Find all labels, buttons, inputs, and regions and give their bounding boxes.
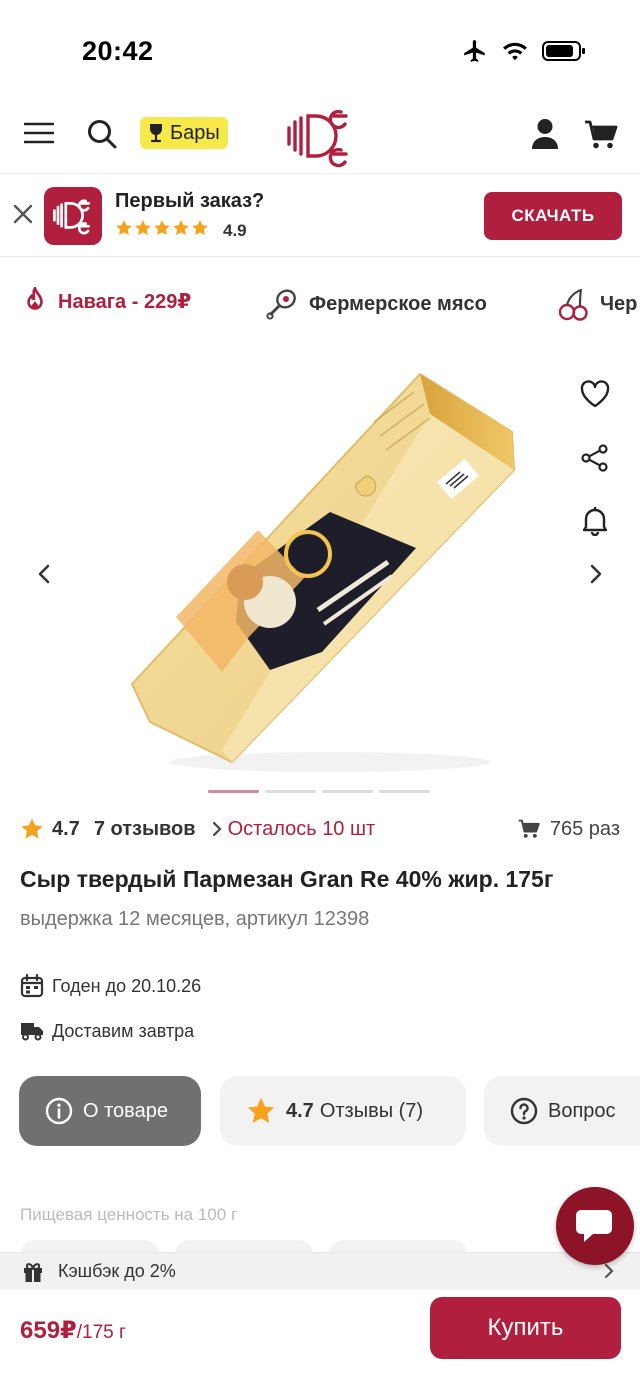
battery-icon [542, 41, 585, 61]
cart-icon [518, 819, 540, 838]
promo-stars [115, 219, 209, 237]
airplane-icon [464, 40, 485, 62]
delivery-truck-icon [21, 1023, 43, 1041]
search-icon[interactable] [86, 118, 118, 150]
star-icon [247, 1097, 275, 1123]
product-meta-row: 4.7 7 отзывов Осталось 10 шт 765 раз [20, 812, 620, 846]
gallery-pagination[interactable] [208, 790, 430, 793]
delivery-row: Доставим завтра [20, 1020, 194, 1042]
tab-reviews-label: Отзывы (7) [319, 1099, 424, 1122]
star-icon [116, 220, 132, 236]
price: 659₽/175 г [20, 1316, 126, 1345]
chevron-right-icon[interactable] [588, 564, 604, 584]
wine-glass-icon [150, 124, 162, 143]
promo-title: Первый заказ? [115, 190, 265, 212]
status-icons [462, 38, 586, 64]
app-logo [44, 187, 102, 245]
pagination-dot[interactable] [208, 790, 259, 793]
buy-bar: 659₽/175 г Купить [0, 1290, 640, 1392]
info-icon [45, 1097, 73, 1125]
share-icon[interactable] [580, 444, 610, 472]
brand-logo-icon[interactable] [284, 102, 356, 172]
category-strip[interactable]: Навага - 229₽ Фермерское мясо Чер [0, 258, 640, 352]
cart-icon[interactable] [584, 120, 618, 150]
star-icon [21, 818, 43, 839]
sold-count: 765 раз [518, 818, 620, 841]
star-icon [192, 220, 208, 236]
star-icon [135, 220, 151, 236]
chevron-right-icon [212, 821, 222, 837]
wifi-icon [503, 42, 527, 61]
gift-icon [24, 1262, 42, 1282]
category-label: Навага - 229₽ [58, 290, 192, 313]
chat-bubble-icon [576, 1210, 612, 1242]
chevron-left-icon[interactable] [36, 564, 52, 584]
tab-about-label: О товаре [83, 1099, 168, 1122]
status-time: 20:42 [82, 36, 154, 66]
pagination-dot[interactable] [379, 790, 430, 793]
sold-count-label: 765 раз [549, 817, 620, 840]
fire-icon [27, 287, 43, 310]
star-icon [154, 220, 170, 236]
close-icon[interactable] [12, 203, 34, 225]
category-item-cherry[interactable]: Чер [558, 287, 637, 321]
meat-icon [266, 289, 296, 320]
pagination-dot[interactable] [322, 790, 373, 793]
menu-icon[interactable] [24, 122, 54, 144]
chat-button[interactable] [556, 1187, 634, 1265]
brand-logo-icon [53, 199, 90, 235]
calendar-icon [20, 974, 44, 998]
delivery-label: Доставим завтра [52, 1020, 195, 1041]
pagination-dot[interactable] [265, 790, 316, 793]
question-icon [510, 1097, 538, 1125]
best-before-label: Годен до 20.10.26 [52, 975, 202, 996]
product-rating: 4.7 [52, 817, 80, 840]
app-header: Бары [0, 96, 640, 174]
chevron-right-icon [604, 1263, 614, 1279]
category-item-navaga[interactable]: Навага - 229₽ [22, 287, 191, 315]
status-bar: 20:42 [0, 0, 640, 96]
product-tabs: О товаре 4.7 Отзывы (7) Вопрос [0, 1076, 640, 1146]
category-label: Чер [600, 292, 638, 315]
best-before-row: Годен до 20.10.26 [20, 974, 201, 998]
tab-reviews-rating: 4.7 [286, 1099, 314, 1122]
product-image[interactable] [0, 352, 640, 807]
tab-reviews[interactable]: 4.7 Отзывы (7) [220, 1076, 466, 1146]
product-subtitle: выдержка 12 месяцев, артикул 12398 [20, 908, 370, 930]
favorite-heart-icon[interactable] [580, 380, 610, 408]
bars-button[interactable]: Бары [140, 117, 228, 149]
tab-questions[interactable]: Вопрос [484, 1076, 640, 1146]
app-promo-banner: Первый заказ? 4.9 СКАЧАТЬ [0, 175, 640, 257]
reviews-link[interactable]: 7 отзывов [94, 818, 196, 841]
product-gallery[interactable] [0, 352, 640, 807]
star-icon [173, 220, 189, 236]
bars-label: Бары [170, 121, 220, 144]
buy-button[interactable]: Купить [430, 1297, 621, 1359]
cherry-icon [558, 288, 588, 321]
notification-bell-icon[interactable] [580, 506, 610, 536]
tab-about[interactable]: О товаре [19, 1076, 201, 1146]
tab-questions-label: Вопрос [548, 1099, 616, 1122]
product-title: Сыр твердый Пармезан Gran Re 40% жир. 17… [20, 866, 554, 892]
cashback-label: Кэшбэк до 2% [58, 1261, 176, 1281]
price-unit: /175 г [76, 1322, 126, 1343]
nutrition-heading: Пищевая ценность на 100 г [20, 1205, 238, 1224]
promo-rating: 4.9 [223, 221, 247, 240]
profile-icon[interactable] [530, 118, 560, 150]
stock-remaining: Осталось 10 шт [227, 817, 376, 840]
category-label: Фермерское мясо [309, 292, 487, 315]
cashback-bar[interactable]: Кэшбэк до 2% [0, 1252, 640, 1290]
download-button[interactable]: СКАЧАТЬ [484, 192, 622, 240]
price-value: 659₽ [20, 1317, 77, 1344]
category-item-farm-meat[interactable]: Фермерское мясо [265, 287, 487, 321]
